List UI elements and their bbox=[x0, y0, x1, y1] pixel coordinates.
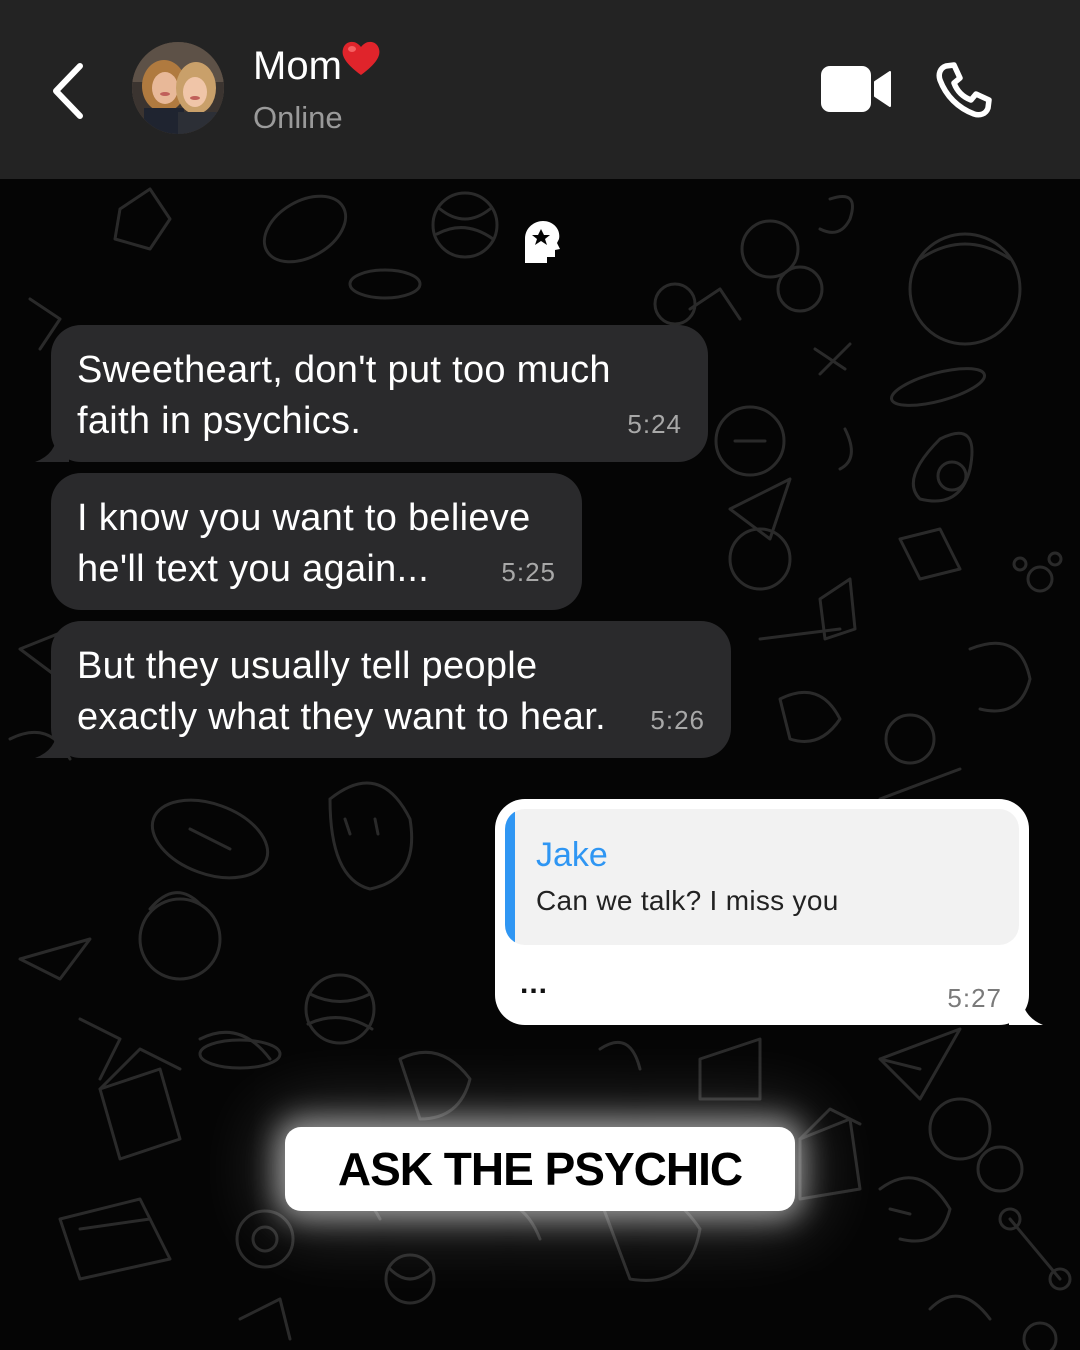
message-text-line: exactly what they want to hear. bbox=[77, 696, 606, 738]
message-bubble-outgoing[interactable]: Jake Can we talk? I miss you ... 5:27 bbox=[495, 799, 1043, 1025]
video-camera-icon bbox=[821, 66, 891, 112]
avatar[interactable] bbox=[132, 42, 224, 134]
cta-label: ASK THE PSYCHIC bbox=[337, 1143, 743, 1195]
message-text-line: Sweetheart, don't put too much bbox=[77, 349, 611, 391]
message-time: 5:27 bbox=[947, 983, 1002, 1013]
bubble-tail bbox=[35, 432, 69, 462]
ask-the-psychic-button[interactable]: ASK THE PSYCHIC bbox=[285, 1127, 795, 1211]
message-bubble-incoming[interactable]: But they usually tell people exactly wha… bbox=[35, 621, 731, 758]
contact-status: Online bbox=[253, 100, 343, 135]
message-time: 5:24 bbox=[627, 409, 682, 439]
message-text-line: he'll text you again... bbox=[77, 548, 430, 590]
phone-icon bbox=[936, 62, 992, 118]
heart-icon bbox=[340, 38, 382, 89]
bubble-tail bbox=[1009, 995, 1043, 1025]
voice-call-button[interactable] bbox=[934, 60, 994, 120]
psychic-head-logo-icon bbox=[525, 221, 560, 263]
contact-name: Mom bbox=[253, 41, 382, 90]
message-text-line: But they usually tell people bbox=[77, 645, 538, 687]
message-body: ... bbox=[520, 967, 549, 1000]
chat-header: Mom Online bbox=[0, 0, 1080, 179]
back-button[interactable] bbox=[44, 56, 94, 126]
message-bubble-incoming[interactable]: I know you want to believe he'll text yo… bbox=[51, 473, 582, 610]
message-text-line: faith in psychics. bbox=[77, 400, 362, 442]
quote-text: Can we talk? I miss you bbox=[536, 885, 839, 916]
message-time: 5:26 bbox=[650, 705, 705, 735]
quote-accent-bar bbox=[505, 809, 515, 945]
contact-name-text: Mom bbox=[253, 44, 342, 88]
video-call-button[interactable] bbox=[820, 64, 894, 114]
message-bubble-incoming[interactable]: Sweetheart, don't put too much faith in … bbox=[35, 325, 708, 462]
message-time: 5:25 bbox=[501, 557, 556, 587]
quote-sender: Jake bbox=[536, 836, 608, 874]
chevron-left-icon bbox=[53, 63, 83, 119]
bubble-tail bbox=[35, 728, 69, 758]
message-text-line: I know you want to believe bbox=[77, 497, 531, 539]
chat-screen: Mom Online Sweetheart, don't put too muc… bbox=[0, 0, 1080, 1350]
quoted-message[interactable]: Jake Can we talk? I miss you bbox=[505, 809, 1019, 945]
